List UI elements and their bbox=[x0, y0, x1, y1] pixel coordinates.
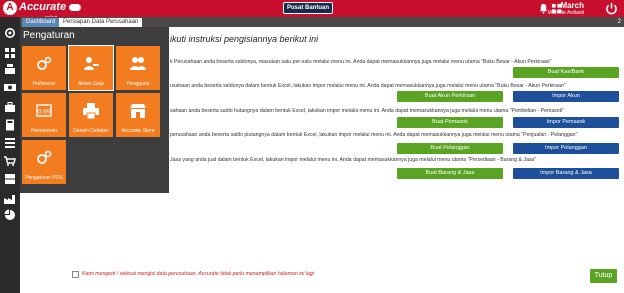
panel-title: Pengaturan bbox=[23, 30, 75, 41]
tab-dashboard[interactable]: Dashboard bbox=[22, 18, 60, 27]
factory-icon[interactable] bbox=[3, 193, 17, 205]
period-label: March bbox=[560, 1, 584, 10]
tile-pengguna[interactable]: Pengguna bbox=[116, 46, 160, 90]
tile-desain-cetakan[interactable]: Desain Cetakan bbox=[69, 93, 113, 137]
brand-name: Accurate bbox=[19, 1, 67, 13]
printer-icon bbox=[83, 103, 99, 120]
user-name: Michelle Ardianti bbox=[547, 10, 584, 16]
calculator-icon[interactable] bbox=[3, 119, 17, 131]
users-key-icon bbox=[84, 57, 99, 70]
tile-akses-grup[interactable]: Akses Grup bbox=[68, 45, 114, 91]
instruction-text: usahaan anda beserta saldonya dalam bent… bbox=[170, 83, 566, 89]
tile-label: Penomoran bbox=[31, 128, 57, 134]
tab-count[interactable]: 2 bbox=[618, 18, 621, 27]
page-heading: ikuti instruksi pengisiannya berikut ini bbox=[170, 34, 319, 44]
create-vendor-button[interactable]: Buat Pemasok bbox=[397, 117, 503, 128]
dont-show-checkbox[interactable] bbox=[72, 271, 79, 278]
import-item-button[interactable]: Impor Barang & Jasa bbox=[513, 168, 619, 179]
tile-pengaturan-pos[interactable]: Pengaturan POS bbox=[22, 140, 66, 184]
grid-icon[interactable] bbox=[3, 47, 17, 59]
instruction-text: k Perusahaan anda beserta saldonya, masu… bbox=[170, 59, 552, 65]
settings-panel: Pengaturan Preferensi Akses Grup Penggun… bbox=[20, 27, 169, 193]
tab-bar: Dashboard Persiapan Data Perusahaan 2 bbox=[20, 17, 624, 27]
tile-label: Desain Cetakan bbox=[73, 128, 109, 134]
help-center-button[interactable]: Pusat Bantuan bbox=[283, 2, 334, 14]
gears-icon bbox=[37, 56, 52, 70]
pie-chart-icon[interactable] bbox=[3, 209, 17, 221]
store-icon bbox=[130, 104, 146, 118]
sidebar bbox=[0, 17, 20, 293]
import-account-button[interactable]: Impor Akun bbox=[513, 91, 619, 102]
import-customer-button[interactable]: Impor Pelanggan bbox=[513, 143, 619, 154]
cart-icon[interactable] bbox=[3, 155, 17, 167]
list-icon[interactable] bbox=[3, 137, 17, 149]
user-info[interactable]: March Michelle Ardianti bbox=[548, 1, 584, 16]
tile-label: Pengguna bbox=[126, 81, 150, 87]
numbering-icon: 0.99 bbox=[36, 104, 52, 117]
logo-mark: A bbox=[3, 1, 17, 15]
cloud-icon bbox=[69, 4, 82, 11]
svg-text:0.99: 0.99 bbox=[38, 110, 50, 116]
instruction-text: sahaan anda beserta saldo hutangnya dala… bbox=[170, 108, 565, 114]
dont-show-label: Kami mengerti / selesai mengisi data per… bbox=[82, 271, 314, 277]
tile-penomoran[interactable]: 0.99 Penomoran bbox=[22, 93, 66, 137]
cabinet-icon[interactable] bbox=[3, 173, 17, 185]
create-item-button[interactable]: Buat Barang & Jasa bbox=[397, 168, 503, 179]
tile-accurate-store[interactable]: Accurate Store bbox=[116, 93, 160, 137]
money-icon[interactable] bbox=[3, 81, 17, 93]
tab-persiapan-data[interactable]: Persiapan Data Perusahaan bbox=[59, 18, 143, 27]
instruction-text: perusahaan anda beserta saldo piutangnya… bbox=[170, 132, 578, 138]
tile-preferensi[interactable]: Preferensi bbox=[22, 46, 66, 90]
top-bar: A Accurate online Pusat Bantuan March Mi… bbox=[0, 0, 624, 19]
tile-label: Akses Grup bbox=[77, 81, 105, 87]
tile-label: Accurate Store bbox=[121, 128, 155, 134]
create-customer-button[interactable]: Buat Pelanggan bbox=[397, 143, 503, 154]
gears-icon bbox=[37, 150, 52, 164]
import-vendor-button[interactable]: Impor Pemasok bbox=[513, 117, 619, 128]
gear-icon[interactable] bbox=[3, 27, 17, 39]
create-account-button[interactable]: Buat Akun Perkiraan bbox=[397, 91, 503, 102]
power-icon[interactable] bbox=[605, 2, 618, 15]
briefcase-icon[interactable] bbox=[3, 101, 17, 113]
users-icon bbox=[130, 57, 146, 70]
tile-label: Pengaturan POS bbox=[25, 175, 63, 181]
tile-label: Preferensi bbox=[32, 81, 56, 87]
instruction-text: Jasa yang anda jual dalam bentuk Excel, … bbox=[170, 157, 537, 163]
create-cash-bank-button[interactable]: Buat Kas/Bank bbox=[513, 67, 619, 78]
accurate-logo[interactable]: A Accurate online bbox=[3, 1, 82, 19]
cash-register-icon[interactable] bbox=[3, 63, 17, 75]
close-button[interactable]: Tutup bbox=[590, 269, 617, 283]
